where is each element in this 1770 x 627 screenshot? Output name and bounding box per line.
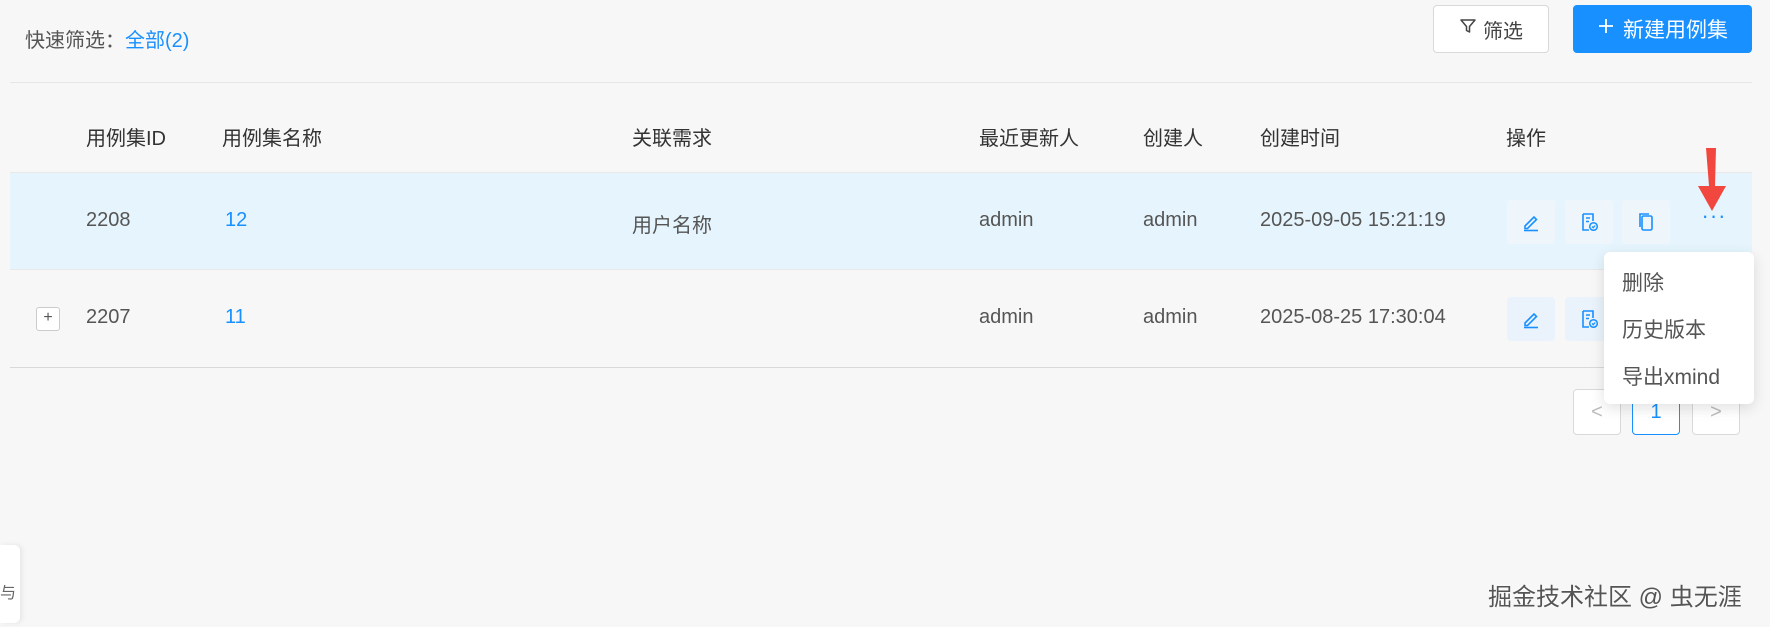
document-check-icon bbox=[1582, 310, 1599, 329]
cell-requirement: 用户名称 bbox=[632, 215, 712, 237]
column-header-name: 用例集名称 bbox=[222, 128, 322, 150]
column-header-id: 用例集ID bbox=[86, 128, 166, 150]
filter-button[interactable]: 筛选 bbox=[1433, 5, 1549, 53]
edit-button[interactable] bbox=[1507, 200, 1555, 244]
toolbar: 快速筛选：全部(2) 筛选 新建用例集 bbox=[0, 0, 1770, 82]
cell-id: 2208 bbox=[86, 209, 131, 231]
menu-item-history[interactable]: 历史版本 bbox=[1604, 307, 1754, 354]
execute-button[interactable] bbox=[1565, 200, 1613, 244]
cell-created: 2025-09-05 15:21:19 bbox=[1260, 209, 1446, 231]
filter-button-label: 筛选 bbox=[1483, 20, 1523, 43]
column-header-actions: 操作 bbox=[1506, 128, 1546, 150]
red-arrow-annotation bbox=[1698, 148, 1726, 211]
table-row: + 2207 11 admin admin 2025-08-25 17:30:0… bbox=[10, 269, 1752, 366]
new-case-set-label: 新建用例集 bbox=[1623, 19, 1728, 42]
cell-creator: admin bbox=[1143, 306, 1198, 328]
more-actions-dropdown: 删除 历史版本 导出xmind bbox=[1604, 252, 1754, 404]
cell-name-link[interactable]: 12 bbox=[225, 209, 247, 232]
edit-icon bbox=[1524, 215, 1538, 232]
table-header: 用例集ID 用例集名称 关联需求 最近更新人 创建人 创建时间 操作 bbox=[10, 100, 1752, 172]
column-header-created: 创建时间 bbox=[1260, 128, 1340, 150]
side-tab[interactable]: 与 bbox=[0, 545, 20, 623]
cell-name-link[interactable]: 11 bbox=[225, 306, 246, 329]
copy-button[interactable] bbox=[1622, 200, 1670, 244]
edit-button[interactable] bbox=[1507, 297, 1555, 341]
new-case-set-button[interactable]: 新建用例集 bbox=[1573, 5, 1752, 53]
quick-filter-all[interactable]: 全部(2) bbox=[125, 30, 189, 52]
menu-item-export-xmind[interactable]: 导出xmind bbox=[1604, 354, 1754, 401]
quick-filter-label: 快速筛选： bbox=[25, 30, 125, 52]
edit-icon bbox=[1524, 312, 1538, 329]
expand-row-button[interactable]: + bbox=[36, 307, 60, 331]
cell-updater: admin bbox=[979, 209, 1034, 231]
quick-filter: 快速筛选：全部(2) bbox=[25, 24, 189, 53]
plus-icon bbox=[1597, 17, 1615, 41]
column-header-creator: 创建人 bbox=[1143, 128, 1203, 150]
column-header-requirement: 关联需求 bbox=[632, 128, 712, 150]
cell-created: 2025-08-25 17:30:04 bbox=[1260, 306, 1446, 328]
document-check-icon bbox=[1582, 213, 1599, 232]
menu-item-delete[interactable]: 删除 bbox=[1604, 260, 1754, 307]
watermark: 掘金技术社区 @ 虫无涯 bbox=[1488, 584, 1742, 611]
column-header-updater: 最近更新人 bbox=[979, 128, 1079, 150]
table-bottom-border bbox=[10, 367, 1752, 368]
table-row: 2208 12 用户名称 admin admin 2025-09-05 15:2… bbox=[10, 172, 1752, 269]
copy-icon bbox=[1639, 213, 1653, 231]
funnel-icon bbox=[1459, 17, 1477, 41]
toolbar-divider bbox=[10, 82, 1752, 83]
cell-id: 2207 bbox=[86, 306, 131, 328]
cell-creator: admin bbox=[1143, 209, 1198, 231]
cell-updater: admin bbox=[979, 306, 1034, 328]
